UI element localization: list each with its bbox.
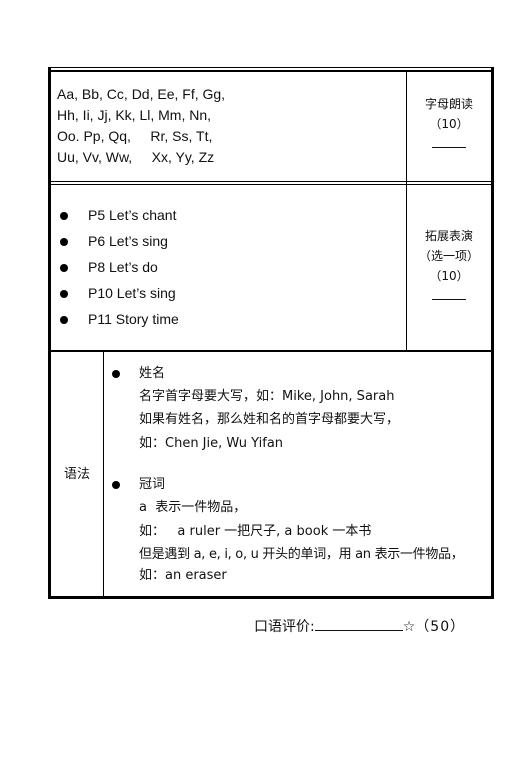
list-item-label: P6 Let’s sing [88, 233, 168, 249]
grammar-heading-articles: 冠词 [139, 477, 166, 492]
alphabet-line-4: Uu, Vv, Ww, Xx, Yy, Zz [57, 149, 215, 165]
letter-reading-score-blank[interactable] [432, 137, 466, 148]
oral-evaluation-points: （50） [415, 619, 466, 635]
oral-evaluation-blank[interactable] [314, 617, 403, 631]
alphabet-line-3: Oo. Pp, Qq, Rr, Ss, Tt, [57, 128, 213, 144]
grammar-line: 名字首字母要大写，如：Mike, John, Sarah [139, 389, 395, 404]
bullet-icon [60, 212, 68, 220]
extended-performance-points: （10） [429, 269, 469, 283]
list-item-label: P8 Let’s do [88, 259, 158, 275]
grammar-line: 如：Chen Jie, Wu Yifan [139, 436, 284, 451]
bullet-icon [60, 264, 68, 272]
extended-performance-subtitle: （选一项） [418, 249, 479, 263]
bullet-icon [60, 316, 68, 324]
bullet-icon [60, 238, 68, 246]
grammar-heading-names: 姓名 [139, 366, 166, 381]
bullet-icon [112, 481, 120, 489]
grammar-line: a 表示一件物品， [139, 500, 247, 515]
grammar-line: 但是遇到 a, e, i, o, u 开头的单词，用 an 表示一件物品， [139, 547, 464, 562]
grammar-line: 如： a ruler 一把尺子, a book 一本书 [139, 524, 372, 539]
extended-performance-title: 拓展表演 [424, 229, 473, 243]
list-item-label: P11 Story time [88, 311, 179, 327]
letter-reading-title: 字母朗读 [424, 97, 473, 111]
star-icon: ☆ [402, 619, 416, 635]
table-border-left [48, 67, 51, 599]
list-item-label: P10 Let’s sing [88, 285, 176, 301]
grammar-label: 语法 [63, 467, 90, 482]
letter-reading-score-cell: 字母朗读 （10） [407, 94, 491, 154]
oral-evaluation-label: 口语评价: [254, 619, 315, 635]
column-divider-left [103, 350, 104, 598]
alphabet-line-1: Aa, Bb, Cc, Dd, Ee, Ff, Gg, [57, 86, 226, 102]
alphabet-line-2: Hh, Ii, Jj, Kk, Ll, Mm, Nn, [57, 107, 212, 123]
bullet-icon [112, 370, 120, 378]
table-border-top-outer [48, 67, 494, 68]
extended-performance-score-cell: 拓展表演 （选一项） （10） [407, 226, 491, 306]
oral-evaluation: 口语评价: ☆（50） [254, 617, 465, 636]
bullet-icon [60, 290, 68, 298]
extended-performance-score-blank[interactable] [432, 289, 466, 300]
row-divider-2 [48, 350, 494, 352]
table-border-top-inner [48, 70, 494, 72]
grammar-line: 如：an eraser [139, 568, 227, 583]
letter-reading-points: （10） [429, 117, 469, 131]
table-border-right [491, 67, 494, 599]
list-item-label: P5 Let’s chant [88, 207, 177, 223]
table-border-bottom [48, 596, 494, 599]
row-divider-1a [48, 181, 494, 182]
grammar-line: 如果有姓名，那么姓和名的首字母都要大写， [139, 412, 400, 427]
row-divider-1b [48, 184, 494, 185]
